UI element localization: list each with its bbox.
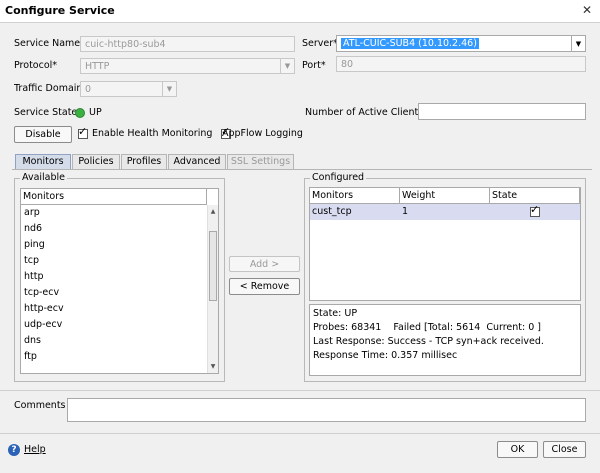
detail-response-time: Response Time: 0.357 millisec xyxy=(313,350,458,361)
service-state-value: UP xyxy=(89,107,102,118)
title-bar: Configure Service ✕ xyxy=(0,0,600,23)
protocol-label: Protocol* xyxy=(14,60,58,71)
configured-col-monitors[interactable]: Monitors xyxy=(310,188,400,204)
traffic-domain-dropdown[interactable]: 0 ▼ xyxy=(80,81,177,97)
tab-divider xyxy=(12,169,592,170)
list-item[interactable]: ping xyxy=(22,237,45,253)
server-label: Server* xyxy=(302,38,338,49)
list-item[interactable]: http xyxy=(22,269,44,285)
list-item[interactable]: udp-ecv xyxy=(22,317,62,333)
configured-col-weight[interactable]: Weight xyxy=(400,188,490,204)
available-list[interactable]: Monitors arp nd6 ping tcp http tcp-ecv h… xyxy=(20,188,219,374)
chevron-down-icon[interactable]: ▼ xyxy=(280,59,294,73)
active-clients-label: Number of Active Clients xyxy=(305,107,424,118)
protocol-dropdown[interactable]: HTTP ▼ xyxy=(80,58,295,74)
list-item[interactable]: nd6 xyxy=(22,221,42,237)
traffic-domain-value: 0 xyxy=(85,84,92,95)
list-item[interactable]: tcp xyxy=(22,253,39,269)
protocol-value: HTTP xyxy=(85,61,110,72)
available-col-monitors[interactable]: Monitors xyxy=(21,189,207,205)
available-scrollbar[interactable]: ▲ ▼ xyxy=(207,205,218,373)
footer-divider xyxy=(0,433,600,434)
list-item[interactable]: ftp xyxy=(22,349,37,365)
help-link[interactable]: Help xyxy=(24,442,46,458)
monitor-details: State: UP Probes: 68341 Failed [Total: 5… xyxy=(309,304,581,376)
enable-health-label: Enable Health Monitoring xyxy=(92,128,213,139)
ok-button[interactable]: OK xyxy=(497,441,538,458)
traffic-domain-label: Traffic Domain xyxy=(14,83,83,94)
list-item[interactable]: tcp-ecv xyxy=(22,285,59,301)
enable-health-checkbox[interactable]: ✓ xyxy=(78,125,88,139)
window-title: Configure Service xyxy=(5,4,115,17)
disable-button[interactable]: Disable xyxy=(14,126,72,143)
appflow-label: AppFlow Logging xyxy=(222,128,303,139)
close-button[interactable]: Close xyxy=(543,441,586,458)
tab-ssl-settings[interactable]: SSL Settings xyxy=(227,154,294,169)
row-state-checkbox[interactable]: ✓ xyxy=(530,203,540,217)
list-item[interactable]: http-ecv xyxy=(22,301,64,317)
tab-advanced[interactable]: Advanced xyxy=(168,154,226,169)
close-icon[interactable]: ✕ xyxy=(582,3,592,17)
comments-field[interactable] xyxy=(67,398,586,422)
service-name-field[interactable]: cuic-http80-sub4 xyxy=(80,36,295,52)
scroll-up-icon[interactable]: ▲ xyxy=(208,208,218,215)
scroll-down-icon[interactable]: ▼ xyxy=(208,363,218,370)
comments-label: Comments xyxy=(14,400,66,411)
port-label: Port* xyxy=(302,60,326,71)
checkmark-icon: ✓ xyxy=(78,125,88,138)
server-dropdown[interactable]: ATL-CUIC-SUB4 (10.10.2.46) ▼ xyxy=(336,35,586,52)
configured-table[interactable]: Monitors Weight State cust_tcp 1 ✓ xyxy=(309,187,581,301)
chevron-down-icon[interactable]: ▼ xyxy=(162,82,176,96)
configured-legend: Configured xyxy=(310,172,367,184)
scroll-thumb[interactable] xyxy=(209,231,217,301)
tab-monitors[interactable]: Monitors xyxy=(15,154,71,170)
list-item[interactable]: dns xyxy=(22,333,41,349)
service-name-label: Service Name* xyxy=(14,38,85,49)
status-dot-icon xyxy=(75,108,85,118)
table-row[interactable]: cust_tcp 1 ✓ xyxy=(310,204,580,220)
configured-col-state[interactable]: State xyxy=(490,188,580,204)
row-weight: 1 xyxy=(402,206,409,217)
active-clients-field[interactable] xyxy=(418,103,586,120)
help-icon[interactable]: ? xyxy=(8,444,20,456)
row-monitor: cust_tcp xyxy=(312,206,352,217)
tab-policies[interactable]: Policies xyxy=(72,154,120,169)
detail-last-response: Last Response: Success - TCP syn+ack rec… xyxy=(313,336,544,347)
add-button[interactable]: Add > xyxy=(229,256,300,272)
server-selected-value: ATL-CUIC-SUB4 (10.10.2.46) xyxy=(341,38,479,49)
divider xyxy=(0,390,600,391)
checkmark-icon: ✓ xyxy=(530,203,540,216)
tab-profiles[interactable]: Profiles xyxy=(121,154,167,169)
available-legend: Available xyxy=(20,172,68,184)
remove-button[interactable]: < Remove xyxy=(229,278,300,295)
service-state-label: Service State xyxy=(14,107,78,118)
detail-probes: Probes: 68341 Failed [Total: 5614 Curren… xyxy=(313,322,542,333)
detail-state: State: UP xyxy=(313,308,358,319)
port-field[interactable]: 80 xyxy=(336,56,586,72)
chevron-down-icon[interactable]: ▼ xyxy=(571,36,585,51)
list-item[interactable]: arp xyxy=(22,205,40,221)
